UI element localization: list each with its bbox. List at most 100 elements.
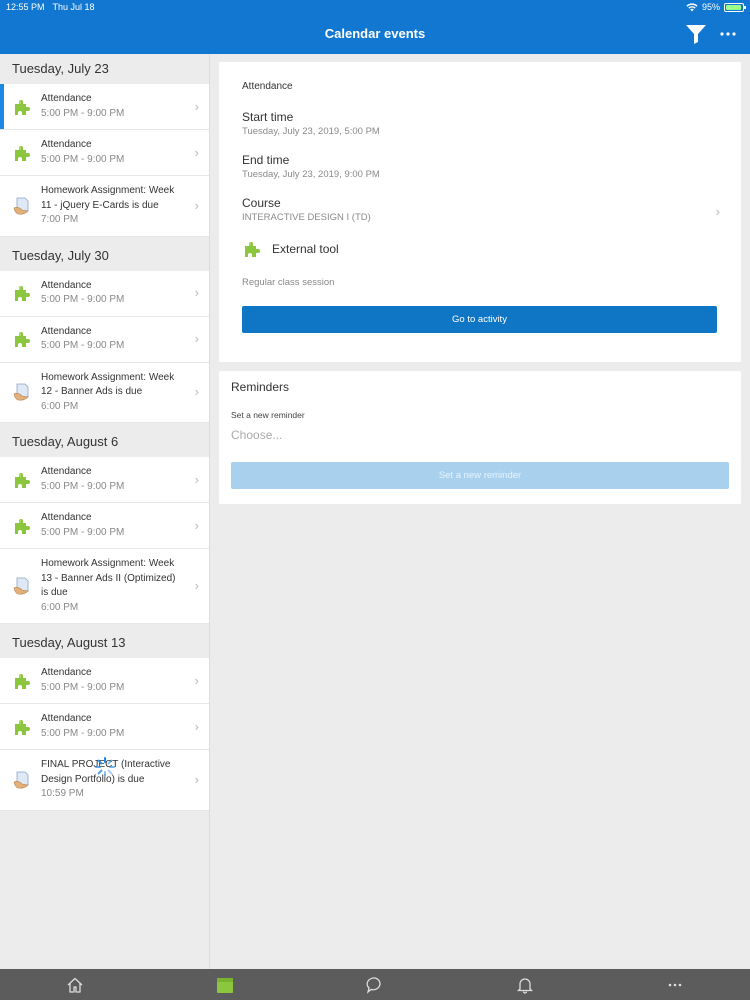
event-description: Regular class session [242,277,335,288]
event-title: Attendance [41,512,92,523]
status-bar: 12:55 PM Thu Jul 18 95% [0,0,750,14]
day-header: Tuesday, August 6 [0,427,209,457]
tab-messages[interactable] [300,969,450,1000]
day-group: Tuesday, July 30 Attendance 5:00 PM - 9:00… [0,240,209,423]
puzzle-icon [15,332,30,347]
day-group: Tuesday, July 23 Attendance 5:00 PM - 9:00… [0,54,209,237]
end-time-value: Tuesday, July 23, 2019, 9:00 PM [242,169,380,180]
day-header: Tuesday, July 23 [0,54,209,84]
battery-icon [724,2,746,12]
event-list-item[interactable]: Attendance 5:00 PM - 9:00 PM › [0,457,209,503]
event-time: 5:00 PM - 9:00 PM [41,727,125,739]
end-time-field: End time Tuesday, July 23, 2019, 9:00 PM [242,153,718,182]
event-title: Homework Assignment: Week 13 - Banner Ad… [41,558,176,598]
set-reminder-button: Set a new reminder [231,462,729,489]
event-name: Attendance [242,81,293,92]
assignment-icon [13,383,29,401]
chevron-right-icon: › [194,285,199,300]
chevron-right-icon: › [194,578,199,593]
day-group: Tuesday, August 13 Attendance 5:00 PM - 9:… [0,628,209,811]
event-list-item[interactable]: Homework Assignment: Week 11 - jQuery E-… [0,176,209,237]
event-title: Attendance [41,713,92,724]
battery-percent: 95% [701,2,720,12]
event-title: Attendance [41,279,92,291]
chevron-right-icon: › [194,98,199,114]
chevron-right-icon: › [194,471,199,487]
event-detail-panel: Attendance Start time Tuesday, July 23, … [219,62,741,504]
assignment-icon [13,577,29,595]
loading-spinner-icon [95,757,115,777]
reminders-card: Reminders Set a new reminder Choose... S… [219,371,741,504]
course-link[interactable]: Course INTERACTIVE DESIGN I (TD) › [242,196,720,225]
tab-home[interactable] [0,969,150,1000]
event-title: Homework Assignment: Week 12 - Banner Ad… [41,371,175,398]
module-type: External tool [242,239,718,259]
module-type-label: External tool [272,242,339,256]
start-time-value: Tuesday, July 23, 2019, 5:00 PM [242,126,380,137]
day-header: Tuesday, August 13 [0,628,209,658]
chevron-right-icon: › [715,204,720,219]
event-title: Attendance [41,667,92,678]
puzzle-icon [15,719,30,735]
more-options-button[interactable] [716,24,740,44]
reminders-title: Reminders [231,380,290,394]
event-list-item[interactable]: Attendance 5:00 PM - 9:00 PM › [0,658,209,704]
event-time: 5:00 PM - 9:00 PM [41,294,125,305]
chevron-right-icon: › [194,197,199,213]
event-list-item[interactable]: Attendance 5:00 PM - 9:00 PM › [0,270,209,317]
filter-icon[interactable] [684,23,708,45]
event-time: 6:00 PM [41,400,79,412]
puzzle-icon [15,286,30,301]
tab-notifications[interactable] [450,969,600,1000]
event-list-item[interactable]: Attendance 5:00 PM - 9:00 PM › [0,84,209,130]
chevron-right-icon: › [194,144,199,160]
event-time: 5:00 PM - 9:00 PM [41,340,125,351]
event-time: 5:00 PM - 9:00 PM [41,107,125,119]
calendar-icon [217,977,233,993]
chevron-right-icon: › [194,517,199,533]
chevron-right-icon: › [194,384,199,400]
event-time: 5:00 PM - 9:00 PM [41,681,125,693]
events-sidebar[interactable]: Tuesday, July 23 Attendance 5:00 PM - 9:00… [0,54,210,969]
puzzle-icon [15,99,30,115]
messages-icon [366,976,381,994]
puzzle-icon [245,242,260,257]
puzzle-icon [15,145,30,161]
start-time-field: Start time Tuesday, July 23, 2019, 5:00 … [242,110,718,139]
event-list-item[interactable]: Attendance 5:00 PM - 9:00 PM › [0,130,209,176]
event-list-item[interactable]: Homework Assignment: Week 12 - Banner Ad… [0,362,209,423]
event-title: Attendance [41,325,92,337]
chevron-right-icon: › [194,718,199,734]
chevron-right-icon: › [194,672,199,688]
day-group: Tuesday, August 6 Attendance 5:00 PM - 9:0… [0,427,209,624]
course-label: Course [242,196,281,210]
status-time: 12:55 PM [6,2,45,12]
assignment-icon [13,771,29,789]
event-list-item[interactable]: Attendance 5:00 PM - 9:00 PM › [0,503,209,549]
nav-bar: Calendar events [0,14,750,54]
start-time-label: Start time [242,110,294,124]
event-list-item[interactable]: Homework Assignment: Week 13 - Banner Ad… [0,549,209,624]
chevron-right-icon: › [194,771,199,787]
status-date: Thu Jul 18 [52,2,95,12]
tab-calendar[interactable] [150,969,300,1000]
tab-more[interactable] [600,969,750,1000]
event-time: 5:00 PM - 9:00 PM [41,153,125,165]
puzzle-icon [15,518,30,534]
event-time: 7:00 PM [41,214,79,225]
reminder-select[interactable]: Choose... [231,428,729,444]
tab-bar [0,969,750,1000]
go-to-activity-button[interactable]: Go to activity [242,306,717,333]
reminder-label: Set a new reminder [231,410,305,420]
notifications-icon [516,977,534,994]
wifi-icon [686,2,698,12]
home-icon [67,977,83,993]
puzzle-icon [15,673,30,689]
assignment-icon [13,197,29,215]
event-list-item[interactable]: Attendance 5:00 PM - 9:00 PM › [0,704,209,750]
event-list-item[interactable]: Attendance 5:00 PM - 9:00 PM › [0,316,209,363]
end-time-label: End time [242,153,290,167]
event-title: Attendance [41,93,92,104]
event-time: 5:00 PM - 9:00 PM [41,480,125,492]
event-time: 6:00 PM [41,601,79,613]
